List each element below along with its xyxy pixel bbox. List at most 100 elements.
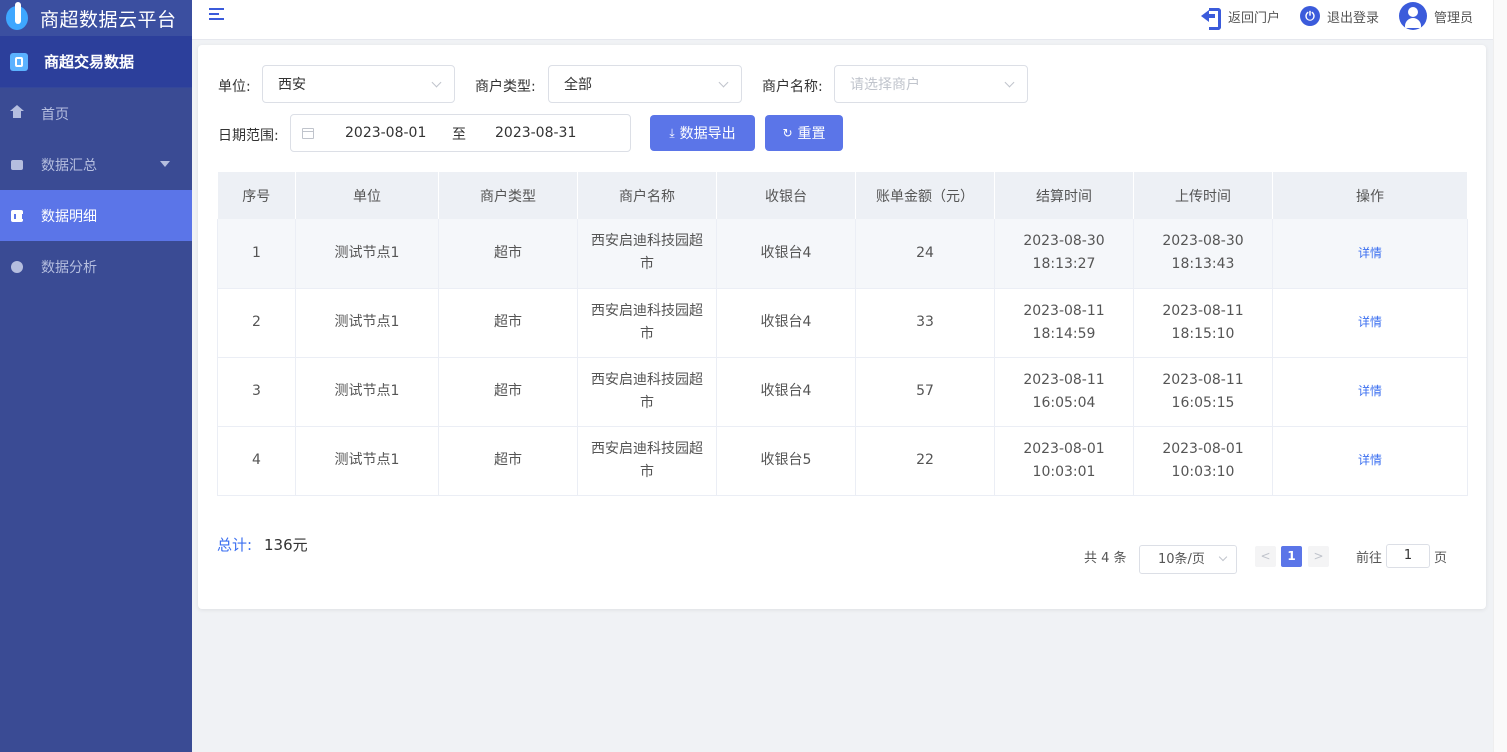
- brand-header: 商超数据云平台: [0, 0, 192, 36]
- data-table: 序号 单位 商户类型 商户名称 收银台 账单金额（元） 结算时间 上传时间 操作…: [217, 172, 1468, 496]
- date-start-input[interactable]: 2023-08-01: [345, 125, 426, 141]
- database-icon: [10, 52, 28, 71]
- goto-page-input[interactable]: 1: [1386, 544, 1430, 568]
- column-header[interactable]: 单位: [295, 172, 439, 219]
- column-header[interactable]: 商户类型: [438, 172, 578, 219]
- sidebar-item-label: 首页: [41, 106, 69, 123]
- reset-button[interactable]: ↻ 重置: [765, 115, 843, 151]
- summary-icon: [10, 158, 24, 172]
- sidebar-item-label: 数据分析: [41, 259, 97, 276]
- sidebar-item-label: 数据明细: [41, 208, 97, 225]
- detail-link[interactable]: 详情: [1272, 288, 1468, 358]
- cell-amount: 22: [855, 426, 995, 496]
- power-icon: ⏻: [1299, 6, 1320, 26]
- cell-settle-time: 2023-08-11 18:14:59: [994, 288, 1134, 358]
- merchant-type-label: 商户类型:: [475, 79, 536, 95]
- date-end-input[interactable]: 2023-08-31: [495, 125, 576, 141]
- calendar-icon: [302, 128, 314, 139]
- user-menu[interactable]: 管理员: [1398, 2, 1473, 30]
- page-size-value: 10条/页: [1158, 552, 1205, 567]
- cell-amount: 24: [855, 219, 995, 289]
- detail-icon: [10, 209, 24, 223]
- column-header[interactable]: 操作: [1272, 172, 1468, 219]
- table-row[interactable]: 1 测试节点1 超市 西安启迪科技园超市 收银台4 24 2023-08-30 …: [217, 219, 1468, 289]
- avatar: [1398, 2, 1427, 30]
- cell-upload-time: 2023-08-30 18:13:43: [1133, 219, 1273, 289]
- cell-type: 超市: [438, 426, 578, 496]
- back-portal-label: 返回门户: [1227, 10, 1280, 26]
- cell-upload-time: 2023-08-11 18:15:10: [1133, 288, 1273, 358]
- table-row[interactable]: 2 测试节点1 超市 西安启迪科技园超市 收银台4 33 2023-08-11 …: [217, 288, 1468, 358]
- system-title: 商超交易数据: [0, 36, 192, 88]
- page-number-current[interactable]: 1: [1281, 546, 1302, 567]
- cell-type: 超市: [438, 219, 578, 289]
- column-header[interactable]: 序号: [217, 172, 296, 219]
- column-header[interactable]: 收银台: [716, 172, 856, 219]
- column-header[interactable]: 商户名称: [577, 172, 717, 219]
- cell-unit: 测试节点1: [295, 219, 439, 289]
- header-actions: 返回门户 ⏻ 退出登录 管理员: [1181, 0, 1473, 32]
- brand-title: 商超数据云平台: [40, 8, 177, 31]
- chevron-down-icon: [718, 77, 729, 88]
- cell-merchant: 西安启迪科技园超市: [577, 357, 717, 427]
- detail-link[interactable]: 详情: [1272, 426, 1468, 496]
- column-header[interactable]: 账单金额（元）: [855, 172, 995, 219]
- merchant-type-select[interactable]: 全部: [548, 65, 742, 103]
- cell-cashier: 收银台5: [716, 426, 856, 496]
- table-header-row: 序号 单位 商户类型 商户名称 收银台 账单金额（元） 结算时间 上传时间 操作: [217, 172, 1468, 219]
- merchant-name-select[interactable]: 请选择商户: [834, 65, 1028, 103]
- cell-upload-time: 2023-08-01 10:03:10: [1133, 426, 1273, 496]
- back-arrow-icon: [1200, 7, 1221, 30]
- unit-select[interactable]: 西安: [262, 65, 455, 103]
- column-header[interactable]: 上传时间: [1133, 172, 1273, 219]
- system-title-label: 商超交易数据: [44, 53, 135, 71]
- sidebar-item-analysis[interactable]: 数据分析: [0, 241, 192, 292]
- table-row[interactable]: 4 测试节点1 超市 西安启迪科技园超市 收银台5 22 2023-08-01 …: [217, 426, 1468, 496]
- page-size-select[interactable]: 10条/页: [1139, 545, 1237, 574]
- home-icon: [10, 105, 24, 121]
- chevron-down-icon: [1218, 552, 1228, 562]
- date-range-picker[interactable]: 2023-08-01 至 2023-08-31: [290, 114, 631, 152]
- page-scrollbar[interactable]: [1493, 0, 1507, 752]
- cell-settle-time: 2023-08-01 10:03:01: [994, 426, 1134, 496]
- next-page-button[interactable]: >: [1308, 546, 1329, 567]
- logout-label: 退出登录: [1326, 10, 1379, 26]
- total-value: 136元: [264, 536, 308, 554]
- cell-merchant: 西安启迪科技园超市: [577, 219, 717, 289]
- sidebar-item-home[interactable]: 首页: [0, 88, 192, 139]
- back-portal-button[interactable]: 返回门户: [1200, 7, 1280, 30]
- sidebar-item-summary[interactable]: 数据汇总: [0, 139, 192, 190]
- cell-settle-time: 2023-08-30 18:13:27: [994, 219, 1134, 289]
- export-button[interactable]: ⤓ 数据导出: [650, 115, 755, 151]
- cell-cashier: 收银台4: [716, 288, 856, 358]
- date-separator: 至: [452, 127, 466, 143]
- cell-settle-time: 2023-08-11 16:05:04: [994, 357, 1134, 427]
- detail-link[interactable]: 详情: [1272, 219, 1468, 289]
- logout-button[interactable]: ⏻ 退出登录: [1299, 6, 1379, 26]
- unit-label: 单位:: [218, 79, 251, 95]
- date-range-label: 日期范围:: [218, 128, 279, 144]
- brand-logo-icon: [6, 2, 32, 32]
- prev-page-button[interactable]: <: [1255, 546, 1276, 567]
- cell-index: 1: [217, 219, 296, 289]
- cell-unit: 测试节点1: [295, 426, 439, 496]
- total-label: 总计:: [217, 536, 253, 554]
- column-header[interactable]: 结算时间: [994, 172, 1134, 219]
- goto-label: 前往: [1356, 551, 1383, 566]
- chevron-down-icon: [431, 77, 442, 88]
- cell-upload-time: 2023-08-11 16:05:15: [1133, 357, 1273, 427]
- user-name: 管理员: [1433, 10, 1473, 26]
- unit-select-value: 西安: [278, 77, 306, 93]
- merchant-name-placeholder: 请选择商户: [850, 77, 920, 93]
- cell-merchant: 西安启迪科技园超市: [577, 426, 717, 496]
- table-row[interactable]: 3 测试节点1 超市 西安启迪科技园超市 收银台4 57 2023-08-11 …: [217, 357, 1468, 427]
- pie-chart-icon: [10, 260, 24, 274]
- menu-toggle-icon[interactable]: [209, 8, 224, 20]
- cell-index: 4: [217, 426, 296, 496]
- cell-amount: 33: [855, 288, 995, 358]
- cell-unit: 测试节点1: [295, 288, 439, 358]
- sidebar-item-detail[interactable]: 数据明细: [0, 190, 192, 241]
- detail-link[interactable]: 详情: [1272, 357, 1468, 427]
- goto-suffix: 页: [1434, 551, 1448, 566]
- export-button-label: 数据导出: [679, 126, 736, 142]
